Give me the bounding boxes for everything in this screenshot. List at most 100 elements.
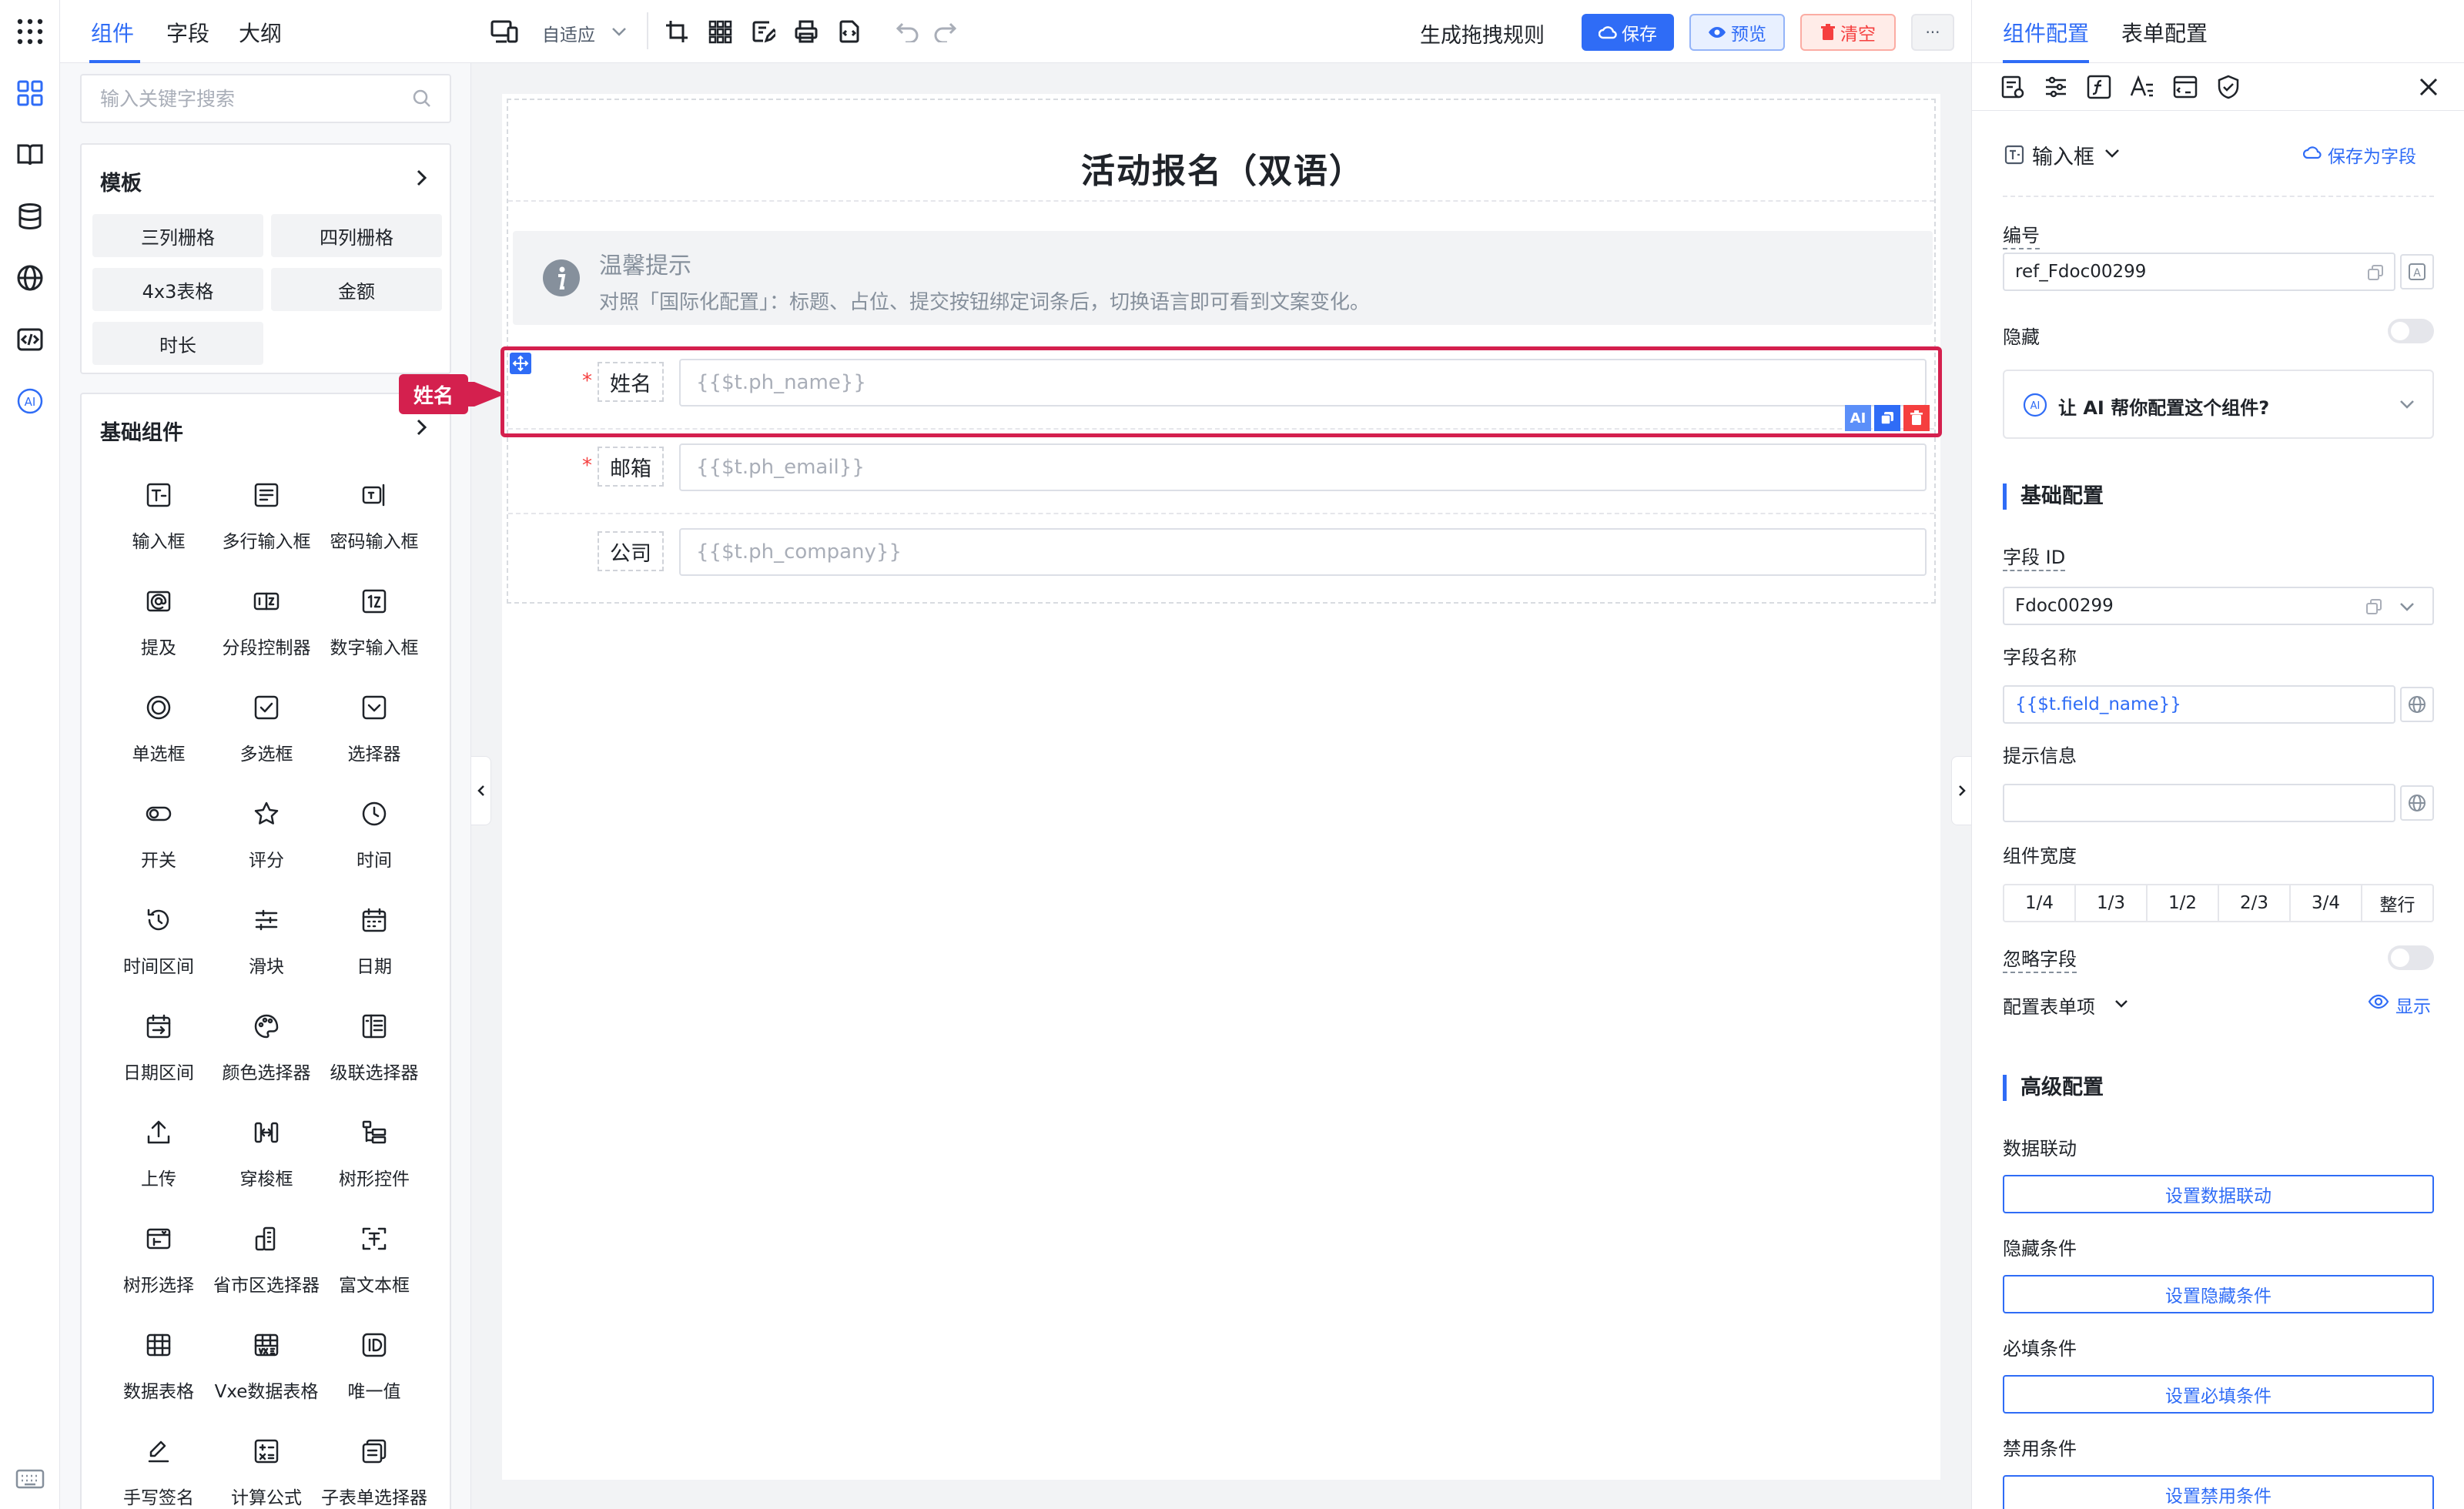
ref-input[interactable]: ref_Fdoc00299 — [2003, 253, 2395, 291]
text-style-icon[interactable] — [2129, 74, 2155, 100]
shield-check-icon[interactable] — [2215, 74, 2241, 100]
component-item[interactable]: 输入框 — [97, 471, 220, 571]
field-name-input[interactable]: {{$t.field_name}} — [2003, 685, 2395, 724]
form-field-row[interactable]: 公司 {{$t.ph_company}} — [508, 517, 1937, 599]
component-item[interactable]: 时间区间 — [97, 896, 220, 996]
component-item[interactable]: 数字输入框 — [313, 577, 436, 678]
database-icon[interactable] — [14, 200, 46, 233]
collapse-right-handle[interactable] — [1951, 756, 1971, 825]
sliders-icon[interactable] — [2043, 74, 2069, 100]
component-type[interactable]: 输入框 — [2032, 140, 2094, 170]
delete-field-button[interactable] — [1903, 405, 1930, 431]
template-item[interactable]: 四列栅格 — [271, 214, 442, 257]
component-item[interactable]: 密码输入框 — [313, 471, 436, 571]
field-input[interactable]: {{$t.ph_company}} — [679, 528, 1927, 576]
generate-rules-button[interactable]: 生成拖拽规则 — [1420, 18, 1545, 49]
component-item[interactable]: 多行输入框 — [205, 471, 328, 571]
form-field-row[interactable]: * 邮箱 {{$t.ph_email}} — [508, 433, 1937, 514]
field-input[interactable]: {{$t.ph_email}} — [679, 443, 1927, 491]
clear-button[interactable]: 清空 — [1800, 14, 1896, 51]
component-item[interactable]: 时间 — [313, 790, 436, 890]
chevron-right-icon[interactable] — [410, 166, 433, 189]
chevron-down-icon[interactable] — [610, 25, 628, 38]
field-name-i18n-button[interactable] — [2400, 687, 2434, 722]
hint-input[interactable] — [2003, 784, 2395, 822]
component-item[interactable]: 提及 — [97, 577, 220, 678]
app-grid-icon[interactable] — [14, 15, 46, 48]
template-item[interactable]: 金额 — [271, 268, 442, 311]
copy-field-button[interactable] — [1874, 405, 1900, 431]
ref-suffix-button[interactable]: A — [2400, 254, 2434, 289]
component-item[interactable]: 评分 — [205, 790, 328, 890]
adapt-select[interactable]: 自适应 — [542, 20, 595, 46]
template-item[interactable]: 三列栅格 — [92, 214, 263, 257]
keyboard-icon[interactable] — [14, 1463, 46, 1495]
edit-icon[interactable] — [748, 17, 778, 46]
component-item[interactable]: 计算公式 — [205, 1427, 328, 1509]
component-item[interactable]: 手写签名 — [97, 1427, 220, 1509]
globe-icon[interactable] — [14, 262, 46, 294]
tab-components[interactable]: 组件 — [91, 17, 134, 48]
save-button[interactable]: 保存 — [1582, 14, 1674, 51]
component-item[interactable]: 省市区选择器 — [205, 1215, 328, 1315]
component-item[interactable]: 数据表格 — [97, 1321, 220, 1421]
component-item[interactable]: 开关 — [97, 790, 220, 890]
field-id-select[interactable]: Fdoc00299 — [2003, 587, 2434, 625]
save-as-field-button[interactable]: 保存为字段 — [2328, 142, 2416, 168]
device-icon[interactable] — [490, 17, 519, 46]
width-option[interactable]: 1/3 — [2076, 885, 2148, 921]
form-item-label[interactable]: 配置表单项 — [2003, 992, 2095, 1019]
grid-icon[interactable] — [705, 17, 735, 46]
component-item[interactable]: 子表单选择器 — [313, 1427, 436, 1509]
component-item[interactable]: 日期 — [313, 896, 436, 996]
tip-alert[interactable]: 温馨提示 对照「国际化配置」：标题、占位、提交按钮绑定词条后，切换语言即可看到文… — [513, 231, 1933, 325]
collapse-left-handle[interactable] — [471, 756, 491, 825]
width-option[interactable]: 3/4 — [2291, 885, 2362, 921]
chevron-right-icon[interactable] — [410, 416, 433, 439]
print-icon[interactable] — [792, 17, 821, 46]
search-icon[interactable] — [411, 88, 433, 109]
components-icon[interactable] — [14, 77, 46, 109]
ignore-toggle[interactable] — [2388, 945, 2434, 970]
close-icon[interactable] — [2417, 75, 2440, 99]
ai-assistant-icon[interactable]: AI — [14, 385, 46, 417]
component-item[interactable]: 多选框 — [205, 684, 328, 784]
width-option[interactable]: 1/4 — [2004, 885, 2076, 921]
tab-outline[interactable]: 大纲 — [239, 17, 282, 48]
component-item[interactable]: 上传 — [97, 1109, 220, 1209]
show-toggle-link[interactable]: 显示 — [2395, 992, 2431, 1018]
tab-form-config[interactable]: 表单配置 — [2121, 17, 2208, 48]
crop-icon[interactable] — [662, 17, 691, 46]
copy-icon[interactable] — [2366, 263, 2385, 282]
set-hide-condition-button[interactable]: 设置隐藏条件 — [2003, 1275, 2434, 1313]
width-option[interactable]: 2/3 — [2219, 885, 2291, 921]
component-item[interactable]: 颜色选择器 — [205, 1002, 328, 1102]
component-item[interactable]: 唯一值 — [313, 1321, 436, 1421]
component-item[interactable]: 树形控件 — [313, 1109, 436, 1209]
copy-icon[interactable] — [2365, 597, 2383, 616]
component-item[interactable]: Vxe数据表格 — [205, 1321, 328, 1421]
more-button[interactable]: ··· — [1911, 14, 1954, 51]
tab-component-config[interactable]: 组件配置 — [2003, 17, 2089, 48]
tab-fields[interactable]: 字段 — [166, 17, 209, 48]
ai-action-button[interactable]: AI — [1845, 405, 1871, 431]
chevron-down-icon[interactable] — [2114, 998, 2129, 1010]
set-disabled-condition-button[interactable]: 设置禁用条件 — [2003, 1475, 2434, 1509]
window-code-icon[interactable] — [2172, 74, 2198, 100]
function-icon[interactable] — [2086, 74, 2112, 100]
hint-i18n-button[interactable] — [2400, 785, 2434, 821]
width-option[interactable]: 1/2 — [2148, 885, 2219, 921]
component-item[interactable]: 树形选择 — [97, 1215, 220, 1315]
chevron-down-icon[interactable] — [2103, 146, 2121, 160]
component-item[interactable]: 选择器 — [313, 684, 436, 784]
component-item[interactable]: 级联选择器 — [313, 1002, 436, 1102]
book-icon[interactable] — [14, 139, 46, 171]
width-option[interactable]: 整行 — [2362, 885, 2432, 921]
template-item[interactable]: 4x3表格 — [92, 268, 263, 311]
hidden-toggle[interactable] — [2388, 319, 2434, 343]
document-code-icon[interactable] — [835, 17, 864, 46]
drag-handle[interactable] — [510, 353, 531, 374]
template-item[interactable]: 时长 — [92, 322, 263, 365]
component-item[interactable]: 日期区间 — [97, 1002, 220, 1102]
set-linkage-button[interactable]: 设置数据联动 — [2003, 1175, 2434, 1213]
